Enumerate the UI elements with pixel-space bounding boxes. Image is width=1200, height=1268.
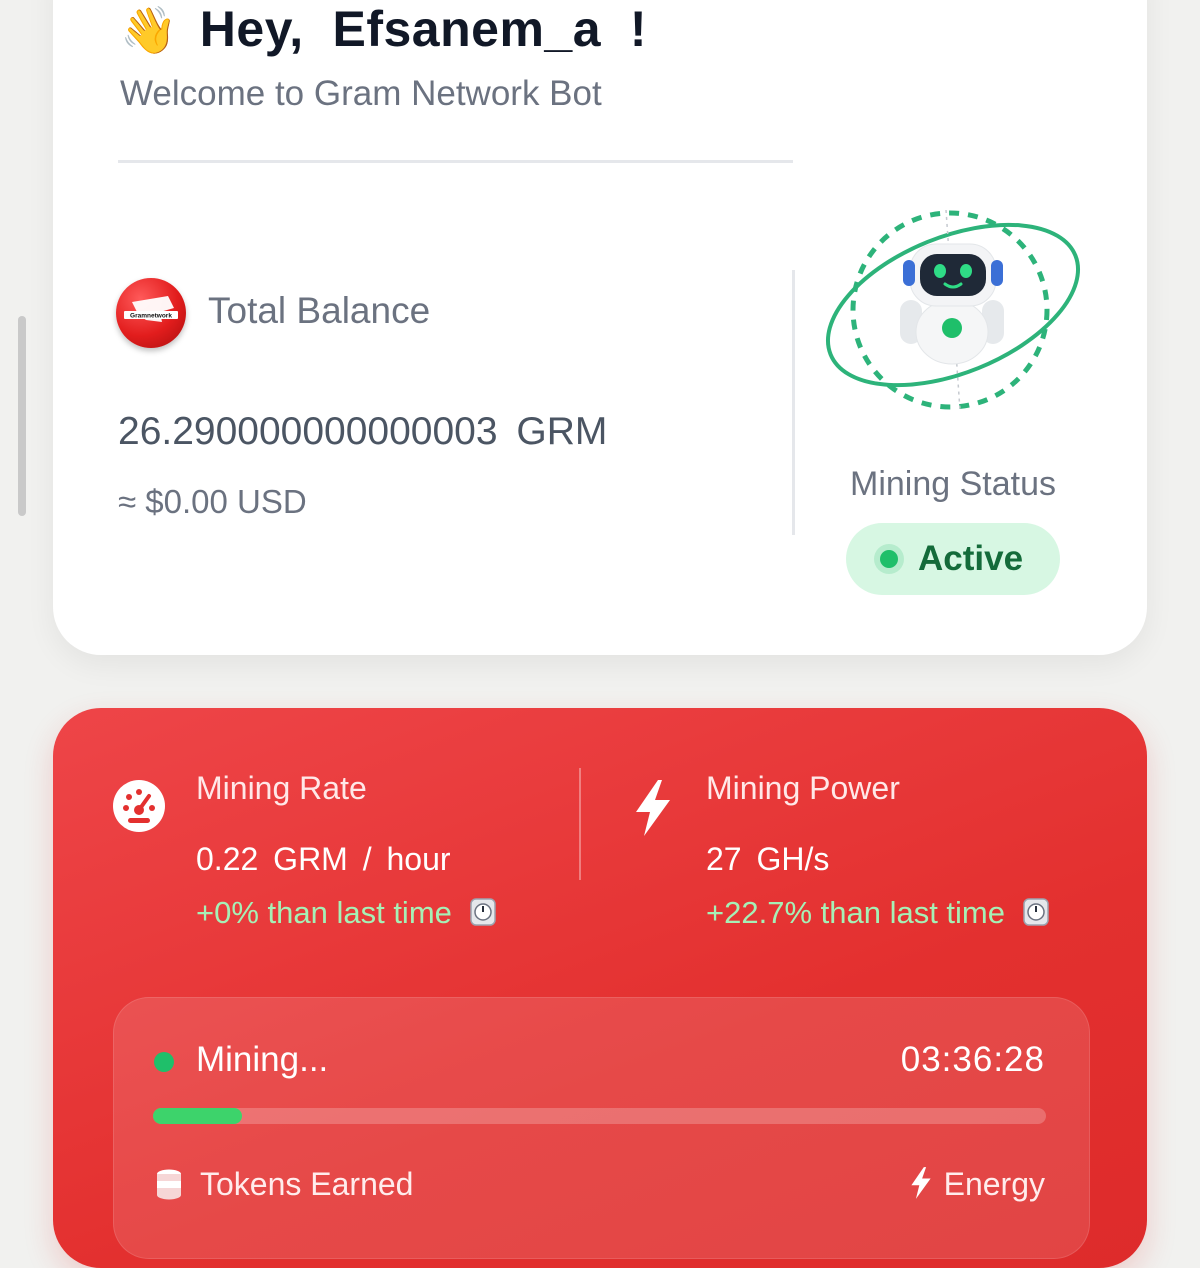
mining-power-change: +22.7% than last time	[706, 895, 1050, 931]
mining-countdown-timer: 03:36:28	[900, 1040, 1045, 1079]
lightning-icon	[911, 1167, 931, 1199]
logo-wordmark: Gramnetwork	[130, 313, 172, 320]
mining-power-label: Mining Power	[706, 770, 900, 806]
energy-label: Energy	[908, 1166, 1045, 1203]
welcome-subtitle: Welcome to Gram Network Bot	[120, 74, 602, 113]
coins-stack-icon	[157, 1169, 181, 1200]
balance-usd-value: ≈ $0.00 USD	[118, 483, 307, 520]
waving-hand-icon: 👋	[120, 4, 178, 56]
lightning-icon	[636, 780, 670, 836]
greeting-prefix: Hey,	[199, 1, 304, 57]
greeting-suffix: !	[629, 1, 647, 57]
page-scrollbar[interactable]	[18, 316, 26, 516]
mining-session-status: Mining...	[196, 1040, 329, 1079]
header-divider	[118, 160, 793, 163]
balance-status-divider	[792, 270, 795, 535]
greeting-title: 👋 Hey, Efsanem_a !	[120, 0, 647, 58]
mining-rate-change-text: +0% than last time	[196, 895, 452, 930]
mining-status-value: Active	[918, 539, 1024, 578]
username: Efsanem_a	[332, 1, 602, 57]
mining-status-label: Mining Status	[850, 465, 1056, 503]
mining-rate-label: Mining Rate	[196, 770, 367, 806]
mining-robot-icon	[825, 209, 1081, 411]
tokens-earned-label: Tokens Earned	[200, 1166, 414, 1202]
gram-network-logo-icon: Gramnetwork	[116, 278, 186, 348]
total-balance-label: Total Balance	[208, 290, 431, 331]
status-dot-icon	[880, 550, 898, 568]
mining-rate-change: +0% than last time	[196, 895, 497, 931]
mining-rate-value: 0.22 GRM / hour	[196, 841, 451, 877]
mining-power-value: 27 GH/s	[706, 841, 830, 877]
mining-progress-bar	[153, 1108, 1046, 1124]
speedometer-icon	[113, 780, 165, 832]
mining-status-badge: Active	[846, 523, 1060, 595]
mining-session-panel	[113, 997, 1090, 1259]
balance-amount: 26.290000000000003 GRM	[118, 410, 608, 453]
timer-clock-icon	[1022, 898, 1049, 926]
mining-progress-fill	[153, 1108, 243, 1124]
mining-power-change-text: +22.7% than last time	[706, 895, 1005, 930]
energy-label-text: Energy	[943, 1166, 1045, 1202]
timer-clock-icon	[469, 898, 496, 926]
stats-divider	[579, 768, 581, 880]
mining-active-dot-icon	[154, 1052, 174, 1072]
